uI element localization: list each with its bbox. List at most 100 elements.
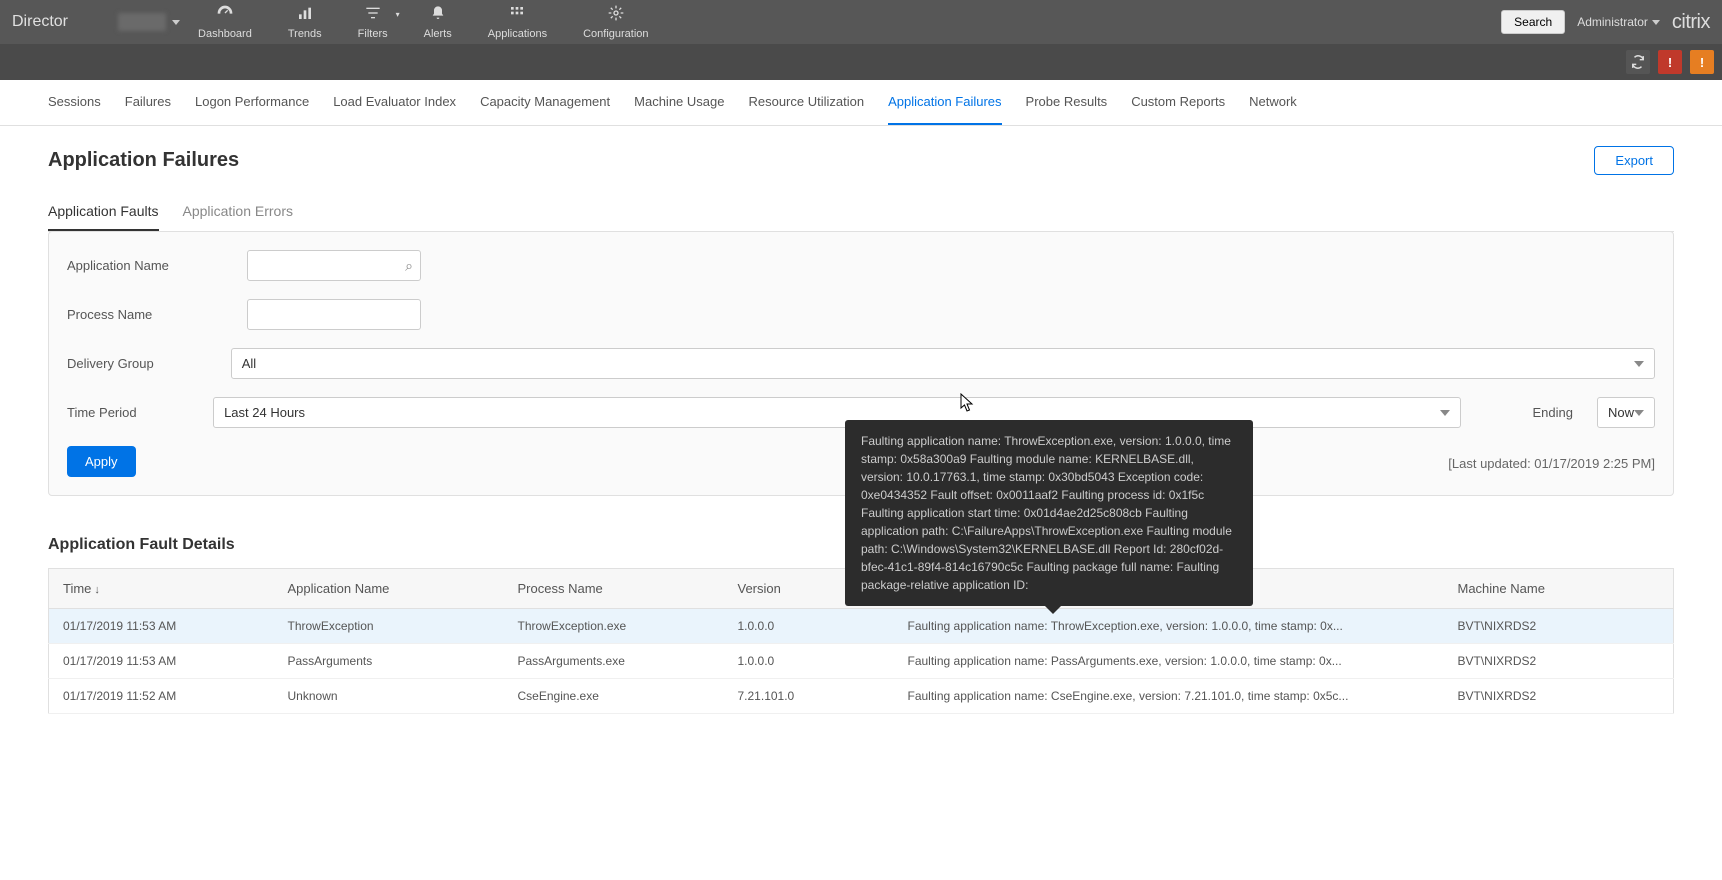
nav-item-applications[interactable]: Applications [470,0,565,44]
filter-row-delivery-group: Delivery Group All [67,348,1655,379]
refresh-icon [1631,55,1645,69]
delivery-group-select[interactable]: All [231,348,1655,379]
cell-version: 1.0.0.0 [724,644,894,679]
top-header: Director Dashboard Trends Filters ▾ Alerts Ap… [0,0,1722,44]
admin-label: Administrator [1577,15,1648,29]
chevron-down-icon [1440,410,1450,416]
grid-icon [508,5,526,25]
cell-description: Faulting application name: PassArguments… [894,644,1444,679]
col-header-process-name[interactable]: Process Name [504,569,724,609]
chevron-down-icon [1652,20,1660,25]
alert-badge-warning[interactable]: ! [1690,50,1714,74]
sub-nav-application-failures[interactable]: Application Failures [888,80,1001,125]
header-right-actions: Search Administrator citrix [1501,10,1710,34]
sub-nav-resource-utilization[interactable]: Resource Utilization [748,80,864,125]
sub-nav-machine-usage[interactable]: Machine Usage [634,80,724,125]
tab-application-errors[interactable]: Application Errors [183,193,294,231]
cell-time: 01/17/2019 11:53 AM [49,644,274,679]
cell-process-name: ThrowException.exe [504,609,724,644]
cell-description: Faulting application name: CseEngine.exe… [894,679,1444,714]
chevron-down-icon [172,20,180,25]
site-name-blur [118,13,166,31]
cell-app-name: Unknown [274,679,504,714]
cell-process-name: PassArguments.exe [504,644,724,679]
sub-nav: Sessions Failures Logon Performance Load Ev… [0,80,1722,126]
sub-nav-custom-reports[interactable]: Custom Reports [1131,80,1225,125]
nav-label: Filters [358,28,388,40]
cell-process-name: CseEngine.exe [504,679,724,714]
nav-label: Applications [488,28,547,40]
nav-item-configuration[interactable]: Configuration [565,0,666,44]
delivery-group-value: All [242,356,256,371]
table-row[interactable]: 01/17/2019 11:52 AMUnknownCseEngine.exe7… [49,679,1674,714]
cell-app-name: ThrowException [274,609,504,644]
main-nav: Dashboard Trends Filters ▾ Alerts Application… [180,0,667,44]
gear-icon [607,5,625,25]
filter-label-ending: Ending [1533,405,1573,420]
cell-version: 1.0.0.0 [724,609,894,644]
cell-machine-name: BVT\NIXRDS2 [1444,609,1674,644]
cell-description: Faulting application name: ThrowExceptio… [894,609,1444,644]
filter-row-app-name: Application Name ⌕ [67,250,1655,281]
refresh-button[interactable] [1626,50,1650,74]
chevron-down-icon: ▾ [396,10,400,19]
ending-select[interactable]: Now [1597,397,1655,428]
filter-label-delivery-group: Delivery Group [67,356,207,371]
time-period-value: Last 24 Hours [224,405,305,420]
sub-nav-failures[interactable]: Failures [125,80,171,125]
sub-nav-load-evaluator-index[interactable]: Load Evaluator Index [333,80,456,125]
alert-badge-critical[interactable]: ! [1658,50,1682,74]
col-header-time[interactable]: Time↓ [49,569,274,609]
process-name-input[interactable] [247,299,421,330]
filter-label-app-name: Application Name [67,258,223,273]
gauge-icon [216,5,234,25]
admin-menu[interactable]: Administrator [1577,15,1660,29]
sub-nav-logon-performance[interactable]: Logon Performance [195,80,309,125]
ending-group: Ending Now [1533,397,1656,428]
last-updated-text: [Last updated: 01/17/2019 2:25 PM] [1448,456,1655,471]
sub-nav-probe-results[interactable]: Probe Results [1026,80,1108,125]
filter-label-time-period: Time Period [67,405,189,420]
nav-label: Configuration [583,28,648,40]
app-name-input[interactable] [247,250,421,281]
sort-arrow-icon: ↓ [94,584,100,596]
search-button[interactable]: Search [1501,10,1565,34]
ending-value: Now [1608,405,1634,420]
chart-icon [296,5,314,25]
nav-label: Dashboard [198,28,252,40]
page-header: Application Failures Export [48,146,1674,175]
table-row[interactable]: 01/17/2019 11:53 AMPassArgumentsPassArgu… [49,644,1674,679]
apply-button[interactable]: Apply [67,446,136,477]
sub-nav-network[interactable]: Network [1249,80,1297,125]
filter-row-process-name: Process Name [67,299,1655,330]
cursor-icon [960,393,976,413]
tab-application-faults[interactable]: Application Faults [48,193,159,231]
col-header-machine-name[interactable]: Machine Name [1444,569,1674,609]
chevron-down-icon [1634,361,1644,367]
app-title: Director [12,13,68,31]
chevron-down-icon [1634,410,1644,416]
cell-time: 01/17/2019 11:53 AM [49,609,274,644]
cell-time: 01/17/2019 11:52 AM [49,679,274,714]
site-dropdown[interactable] [118,13,180,31]
filter-label-process-name: Process Name [67,307,223,322]
time-period-select[interactable]: Last 24 Hours [213,397,1460,428]
secondary-tabs: Application Faults Application Errors [48,193,1674,232]
filter-control-process-name [247,299,421,330]
citrix-logo: citrix [1672,11,1710,34]
nav-item-alerts[interactable]: Alerts [406,0,470,44]
filter-icon [364,5,382,25]
nav-item-filters[interactable]: Filters ▾ [340,0,406,44]
sub-nav-capacity-management[interactable]: Capacity Management [480,80,610,125]
export-button[interactable]: Export [1594,146,1674,175]
nav-item-dashboard[interactable]: Dashboard [180,0,270,44]
nav-item-trends[interactable]: Trends [270,0,340,44]
description-tooltip: Faulting application name: ThrowExceptio… [845,420,1253,606]
col-header-app-name[interactable]: Application Name [274,569,504,609]
table-row[interactable]: 01/17/2019 11:53 AMThrowExceptionThrowEx… [49,609,1674,644]
cell-app-name: PassArguments [274,644,504,679]
bell-icon [429,5,447,25]
sub-nav-sessions[interactable]: Sessions [48,80,101,125]
nav-label: Alerts [424,28,452,40]
cell-version: 7.21.101.0 [724,679,894,714]
